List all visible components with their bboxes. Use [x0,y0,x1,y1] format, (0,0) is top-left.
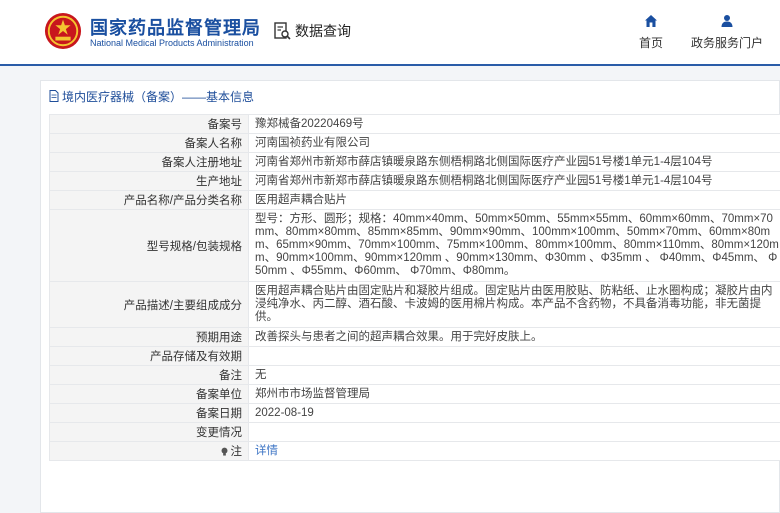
table-row: 型号规格/包装规格 型号：方形、圆形；规格：40mm×40mm、50mm×50m… [49,209,780,282]
field-label: 预期用途 [49,327,249,347]
data-query-link[interactable]: 数据查询 [272,20,351,42]
field-value [248,346,780,366]
field-label: 备案人注册地址 [49,152,249,172]
record-card: 境内医疗器械（备案）——基本信息 备案号 豫郑械备20220469号 备案人名称… [40,80,780,513]
table-row: 备注 无 [49,365,780,385]
table-row: 产品存储及有效期 [49,346,780,366]
site-header: 国家药品监督管理局 National Medical Products Admi… [0,0,780,66]
lightbulb-icon [221,447,227,456]
field-value: 豫郑械备20220469号 [248,114,780,134]
document-search-icon [274,22,291,40]
table-row: 备案人名称 河南国祯药业有限公司 [49,133,780,153]
field-value: 河南国祯药业有限公司 [248,133,780,153]
national-emblem-logo [44,12,82,50]
field-value: 改善探头与患者之间的超声耦合效果。用于完好皮肤上。 [248,327,780,347]
nav-home-label: 首页 [638,36,663,50]
note-label-cell: 注 [49,441,249,461]
record-details-table: 备案号 豫郑械备20220469号 备案人名称 河南国祯药业有限公司 备案人注册… [49,114,780,461]
user-icon [721,15,733,27]
field-value: 型号：方形、圆形；规格：40mm×40mm、50mm×50mm、55mm×55m… [248,209,780,282]
field-value: 郑州市市场监督管理局 [248,384,780,404]
site-title-en: National Medical Products Administration [90,38,254,48]
table-row: 产品描述/主要组成成分 医用超声耦合贴片由固定贴片和凝胶片组成。固定贴片由医用胶… [49,281,780,328]
table-row: 产品名称/产品分类名称 医用超声耦合贴片 [49,190,780,210]
table-row: 变更情况 [49,422,780,442]
field-value: 河南省郑州市新郑市薛店镇暖泉路东侧梧桐路北侧国际医疗产业园51号楼1单元1-4层… [248,152,780,172]
site-title: 国家药品监督管理局 [90,18,261,38]
field-label: 备案日期 [49,403,249,423]
table-row: 备案日期 2022-08-19 [49,403,780,423]
field-label: 产品描述/主要组成成分 [49,281,249,328]
breadcrumb: 境内医疗器械（备案）——基本信息 [49,87,254,105]
table-row: 生产地址 河南省郑州市新郑市薛店镇暖泉路东侧梧桐路北侧国际医疗产业园51号楼1单… [49,171,780,191]
nav-service-portal[interactable]: 政务服务门户 [688,14,766,52]
field-label: 注 [230,446,243,458]
home-icon [645,15,657,27]
table-row: 注 详情 [49,441,780,461]
field-label: 型号规格/包装规格 [49,209,249,282]
document-icon [49,90,59,102]
field-value: 2022-08-19 [248,403,780,423]
field-label: 产品名称/产品分类名称 [49,190,249,210]
field-label: 备案号 [49,114,249,134]
table-row: 备案号 豫郑械备20220469号 [49,114,780,134]
field-label: 产品存储及有效期 [49,346,249,366]
table-row: 预期用途 改善探头与患者之间的超声耦合效果。用于完好皮肤上。 [49,327,780,347]
field-value [248,422,780,442]
field-label: 生产地址 [49,171,249,191]
field-label: 备案人名称 [49,133,249,153]
field-value: 医用超声耦合贴片由固定贴片和凝胶片组成。固定贴片由医用胶贴、防粘纸、止水圈构成；… [248,281,780,328]
table-row: 备案单位 郑州市市场监督管理局 [49,384,780,404]
data-query-label: 数据查询 [295,23,351,39]
breadcrumb-text: 境内医疗器械（备案）——基本信息 [62,89,255,104]
field-label: 备注 [49,365,249,385]
nav-home[interactable]: 首页 [637,14,665,52]
nav-portal-label: 政务服务门户 [690,36,763,50]
details-cell: 详情 [248,441,780,461]
details-link[interactable]: 详情 [255,445,278,457]
field-value: 无 [248,365,780,385]
field-label: 备案单位 [49,384,249,404]
field-label: 变更情况 [49,422,249,442]
table-row: 备案人注册地址 河南省郑州市新郑市薛店镇暖泉路东侧梧桐路北侧国际医疗产业园51号… [49,152,780,172]
field-value: 河南省郑州市新郑市薛店镇暖泉路东侧梧桐路北侧国际医疗产业园51号楼1单元1-4层… [248,171,780,191]
field-value: 医用超声耦合贴片 [248,190,780,210]
